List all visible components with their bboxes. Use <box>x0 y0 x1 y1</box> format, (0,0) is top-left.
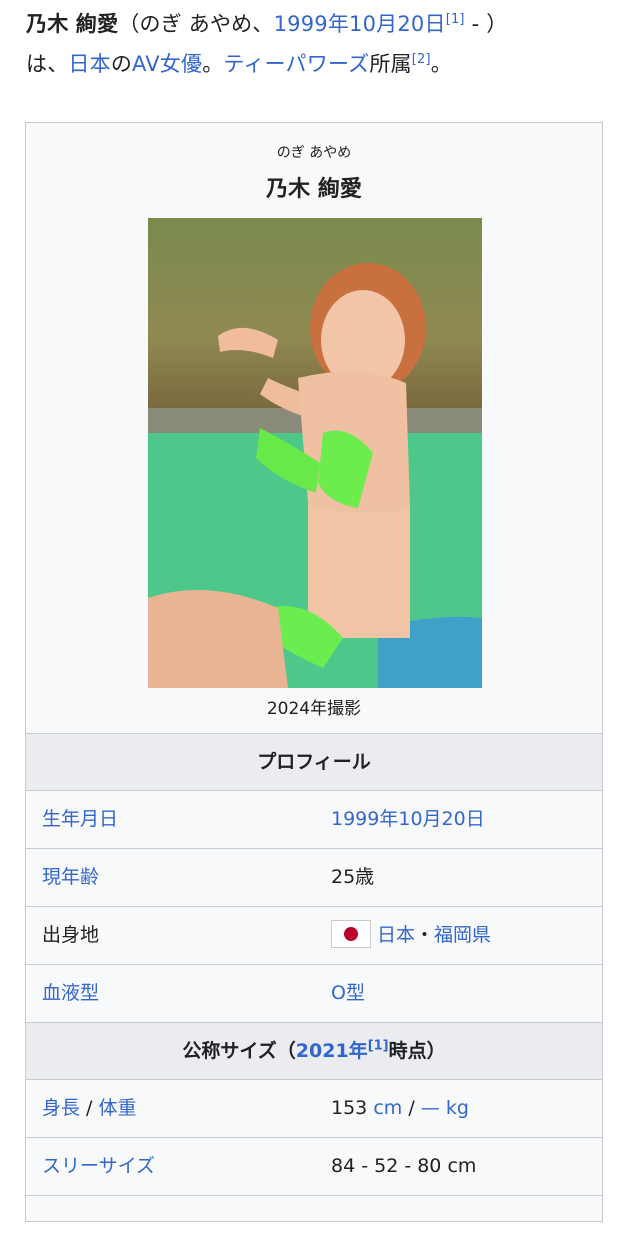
section-header-profile: プロフィール <box>26 733 602 790</box>
height-value: 153 <box>331 1097 368 1119</box>
weight-label-link[interactable]: 体重 <box>99 1097 137 1119</box>
row-label-height-weight: 身長 / 体重 <box>42 1080 137 1136</box>
infobox-row-bloodtype: 血液型 O型 <box>26 964 602 1022</box>
birthdate-link[interactable]: 1999年10月20日 <box>274 12 446 36</box>
infobox-row-age: 現年齢 25歳 <box>26 848 602 906</box>
row-label-birthdate[interactable]: 生年月日 <box>42 791 118 847</box>
row-value-height-weight: 153 cm / — kg <box>331 1080 469 1136</box>
size-reference[interactable]: [1] <box>368 1039 389 1054</box>
height-label-link[interactable]: 身長 <box>42 1097 80 1119</box>
row-label-birthplace: 出身地 <box>42 924 100 946</box>
label-slash: / <box>80 1097 99 1119</box>
row-value-bloodtype[interactable]: O型 <box>331 965 365 1021</box>
infobox-row-three-size: スリーサイズ 84 - 52 - 80 cm <box>26 1137 602 1195</box>
japan-flag-icon <box>331 919 371 948</box>
row-value-birthdate[interactable]: 1999年10月20日 <box>331 791 485 847</box>
intro-end: 。 <box>430 52 452 76</box>
photo-caption: 2024年撮影 <box>266 699 362 719</box>
birthplace-prefecture-link[interactable]: 福岡県 <box>434 924 491 946</box>
infobox-row-height-weight: 身長 / 体重 153 cm / — kg <box>26 1079 602 1137</box>
row-label-three-size[interactable]: スリーサイズ <box>42 1138 155 1194</box>
row-value-age: 25歳 <box>331 866 375 888</box>
infobox: のぎ あやめ 乃木 絢愛 2024年撮影 プロフィール 生年月日 1999年10… <box>25 122 603 1222</box>
infobox-row-birthdate: 生年月日 1999年10月20日 <box>26 790 602 848</box>
profile-photo[interactable] <box>148 218 482 688</box>
size-year-link[interactable]: 2021年 <box>296 1040 368 1062</box>
infobox-row-next <box>26 1195 602 1253</box>
row-value-three-size: 84 - 52 - 80 cm <box>331 1155 477 1177</box>
intro-line-1: 乃木 絢愛（のぎ あやめ、1999年10月20日[1] - ） <box>26 4 616 44</box>
row-label-bloodtype[interactable]: 血液型 <box>42 965 99 1021</box>
profile-photo-illustration <box>148 263 482 688</box>
birthplace-country-link[interactable]: 日本 <box>377 924 415 946</box>
intro-dash-text: - ） <box>464 12 508 36</box>
section-header-size: 公称サイズ（2021年[1]時点） <box>26 1022 602 1079</box>
birthplace-separator: ・ <box>415 924 435 946</box>
size-section-suffix: 時点） <box>388 1040 446 1062</box>
intro-period: 。 <box>202 52 224 76</box>
value-slash: / <box>402 1097 421 1119</box>
infobox-row-birthplace: 出身地 日本・福岡県 <box>26 906 602 964</box>
intro-prefix: は、 <box>26 52 69 76</box>
intro-particle: の <box>110 52 133 76</box>
reference-1[interactable]: [1] <box>446 12 465 27</box>
cm-unit-link[interactable]: cm <box>373 1097 402 1119</box>
article-intro: 乃木 絢愛（のぎ あやめ、1999年10月20日[1] - ） は、日本のAV女… <box>26 4 616 84</box>
subject-name: 乃木 絢愛 <box>26 12 119 36</box>
row-label-age[interactable]: 現年齢 <box>42 849 99 905</box>
size-section-prefix: 公称サイズ（ <box>182 1040 296 1062</box>
kg-unit-link[interactable]: kg <box>446 1097 469 1119</box>
weight-value-link[interactable]: — <box>421 1097 440 1119</box>
country-link[interactable]: 日本 <box>68 52 110 76</box>
agency-link[interactable]: ティーパワーズ <box>223 52 369 76</box>
row-value-birthplace: 日本・福岡県 <box>331 907 491 963</box>
infobox-title: 乃木 絢愛 <box>266 177 362 202</box>
intro-paren-text: （のぎ あやめ、 <box>118 12 274 36</box>
reference-2[interactable]: [2] <box>412 52 431 67</box>
intro-line-2: は、日本のAV女優。ティーパワーズ所属[2]。 <box>26 44 616 84</box>
agency-suffix: 所属 <box>369 52 412 76</box>
infobox-kana: のぎ あやめ <box>276 145 352 161</box>
genre-link[interactable]: AV女優 <box>132 52 202 76</box>
